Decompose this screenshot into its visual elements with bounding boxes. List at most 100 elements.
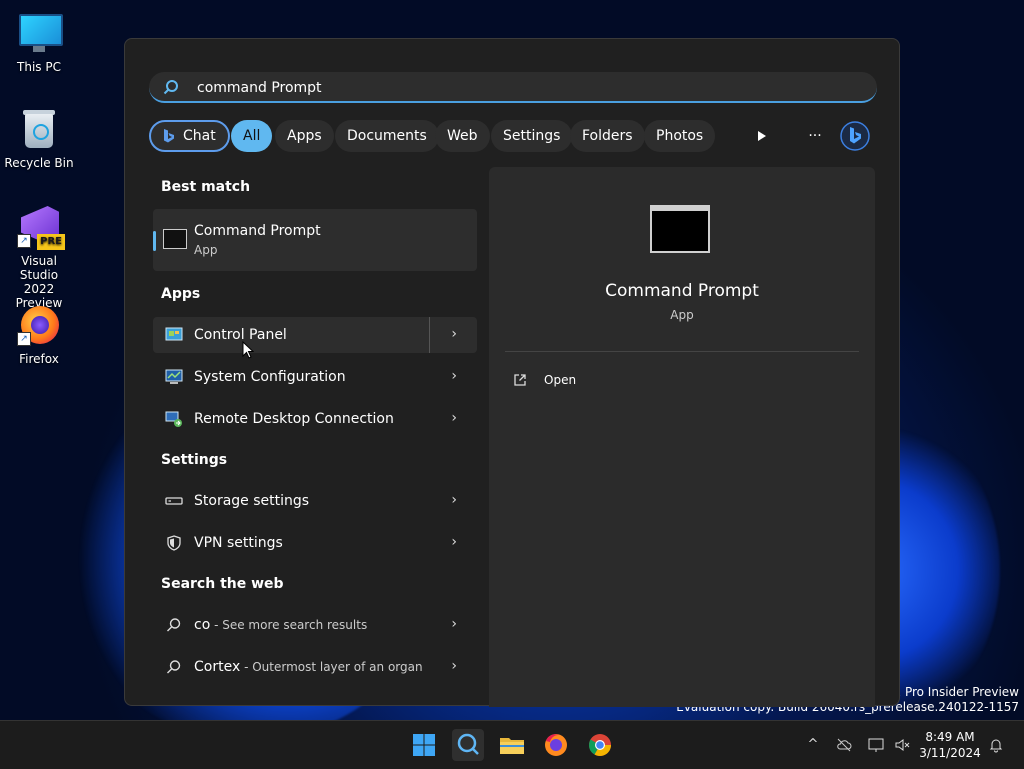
- network-icon[interactable]: [868, 737, 884, 753]
- play-icon: [758, 131, 766, 141]
- system-configuration-icon: [165, 369, 183, 384]
- ellipsis-icon: ···: [808, 128, 822, 144]
- shortcut-arrow-icon: ↗: [17, 234, 31, 248]
- web-search-term: Cortex: [194, 659, 241, 675]
- desktop-icon-visual-studio[interactable]: PRE ↗ Visual Studio 2022 Preview: [2, 204, 76, 310]
- desktop-icon-label: This PC: [17, 60, 61, 74]
- firefox-icon: [545, 734, 567, 756]
- result-web-cortex[interactable]: Cortex - Outermost layer of an organ ›: [153, 649, 477, 685]
- notification-bell-icon[interactable]: [988, 737, 1004, 753]
- chevron-right-icon[interactable]: ›: [451, 616, 457, 632]
- search-icon: [167, 660, 181, 674]
- filter-label: Photos: [656, 128, 704, 144]
- result-label: Cortex - Outermost layer of an organ: [194, 659, 423, 675]
- best-match-title: Command Prompt: [194, 223, 321, 239]
- storage-icon: [165, 497, 183, 505]
- result-remote-desktop[interactable]: Remote Desktop Connection ›: [153, 401, 477, 437]
- filter-label: Chat: [183, 128, 216, 144]
- search-panel: Chat All Apps Documents Web Settings Fol…: [124, 38, 900, 707]
- result-label: Remote Desktop Connection: [194, 411, 394, 427]
- desktop-icon-label: Firefox: [19, 352, 59, 366]
- chevron-right-icon[interactable]: ›: [451, 410, 457, 426]
- filter-all[interactable]: All: [231, 120, 273, 152]
- row-divider: [429, 317, 430, 353]
- filter-label: All: [243, 128, 261, 144]
- filter-label: Settings: [503, 128, 561, 144]
- search-input[interactable]: [195, 76, 799, 100]
- control-panel-icon: [165, 327, 183, 341]
- best-match-command-prompt[interactable]: Command Prompt App: [153, 209, 477, 271]
- filter-apps[interactable]: Apps: [275, 120, 334, 152]
- filter-photos[interactable]: Photos: [644, 120, 716, 152]
- taskbar: ^ 8:49 AM 3/11/2024: [0, 720, 1024, 769]
- chevron-up-icon[interactable]: ^: [805, 737, 821, 753]
- search-box[interactable]: [149, 72, 877, 103]
- search-icon: [163, 80, 178, 95]
- preview-divider: [505, 351, 859, 352]
- section-settings: Settings: [161, 452, 228, 468]
- remote-desktop-icon: [165, 411, 182, 427]
- filter-folders[interactable]: Folders: [570, 120, 645, 152]
- selection-indicator: [153, 231, 156, 251]
- filter-documents[interactable]: Documents: [335, 120, 439, 152]
- section-search-the-web: Search the web: [161, 576, 284, 592]
- filter-label: Apps: [287, 128, 322, 144]
- command-prompt-large-icon: [650, 205, 710, 253]
- search-icon: [167, 618, 181, 632]
- filter-label: Documents: [347, 128, 427, 144]
- taskbar-firefox[interactable]: [540, 729, 572, 761]
- onedrive-offline-icon[interactable]: [836, 737, 852, 753]
- chevron-right-icon[interactable]: ›: [451, 658, 457, 674]
- bing-chat-icon: [164, 129, 174, 143]
- filter-label: Web: [447, 128, 478, 144]
- preview-pane: Command Prompt App Open: [489, 167, 875, 707]
- bing-icon: [840, 121, 870, 151]
- start-button[interactable]: [408, 729, 440, 761]
- best-match-subtitle: App: [194, 243, 218, 257]
- bing-button[interactable]: [839, 120, 871, 152]
- recycle-bin-icon: [17, 106, 61, 150]
- result-vpn-settings[interactable]: VPN settings ›: [153, 525, 477, 561]
- visual-studio-icon: PRE ↗: [17, 204, 65, 250]
- preview-title: Command Prompt: [605, 281, 759, 301]
- result-label: co - See more search results: [194, 617, 367, 633]
- result-label: System Configuration: [194, 369, 346, 385]
- taskbar-file-explorer[interactable]: [496, 729, 528, 761]
- web-search-term: co: [194, 617, 211, 633]
- taskbar-search-button[interactable]: [452, 729, 484, 761]
- result-system-configuration[interactable]: System Configuration ›: [153, 359, 477, 395]
- filter-chat[interactable]: Chat: [149, 120, 230, 152]
- filter-web[interactable]: Web: [435, 120, 490, 152]
- preview-badge: PRE: [37, 234, 65, 250]
- result-label: Control Panel: [194, 327, 287, 343]
- desktop-icon-label: Visual Studio: [19, 254, 59, 282]
- desktop-icon-this-pc[interactable]: This PC: [2, 10, 76, 74]
- desktop-icon-firefox[interactable]: ↗ Firefox: [2, 302, 76, 366]
- command-prompt-icon: [163, 229, 187, 249]
- chevron-right-icon[interactable]: ›: [451, 326, 457, 342]
- search-icon: [457, 733, 479, 755]
- chevron-right-icon[interactable]: ›: [451, 492, 457, 508]
- chrome-icon: [589, 734, 611, 756]
- preview-subtitle: App: [670, 308, 694, 322]
- volume-muted-icon[interactable]: [894, 737, 910, 753]
- result-label: Storage settings: [194, 493, 310, 509]
- clock-date: 3/11/2024: [919, 746, 981, 760]
- system-clock[interactable]: 8:49 AM 3/11/2024: [918, 729, 982, 761]
- more-options-button[interactable]: ···: [799, 120, 831, 152]
- desktop-icon-recycle-bin[interactable]: Recycle Bin: [2, 106, 76, 170]
- section-best-match: Best match: [161, 179, 251, 195]
- filter-settings[interactable]: Settings: [491, 120, 573, 152]
- more-filters-button[interactable]: [745, 120, 777, 152]
- chevron-right-icon[interactable]: ›: [451, 534, 457, 550]
- shield-icon: [167, 535, 181, 551]
- result-storage-settings[interactable]: Storage settings ›: [153, 483, 477, 519]
- open-action-label: Open: [544, 373, 577, 387]
- result-control-panel[interactable]: Control Panel ›: [153, 317, 477, 353]
- result-web-co[interactable]: co - See more search results ›: [153, 607, 477, 643]
- taskbar-chrome[interactable]: [584, 729, 616, 761]
- firefox-icon: ↗: [17, 302, 61, 346]
- open-external-icon: [514, 374, 526, 386]
- chevron-right-icon[interactable]: ›: [451, 368, 457, 384]
- monitor-icon: [17, 10, 63, 54]
